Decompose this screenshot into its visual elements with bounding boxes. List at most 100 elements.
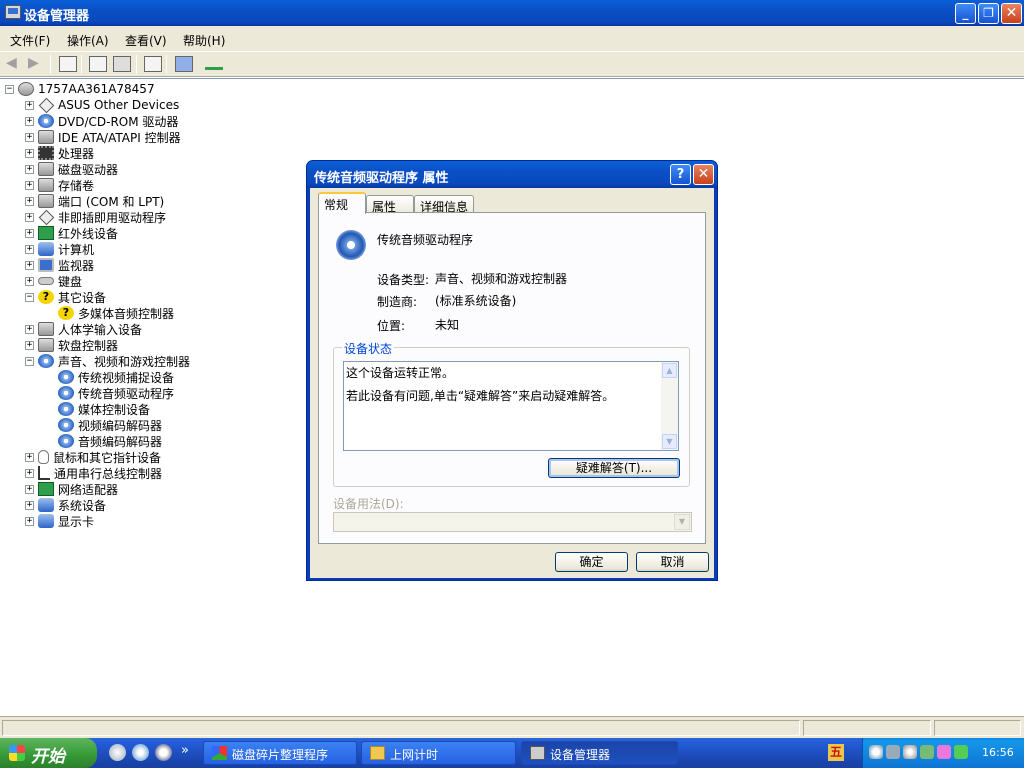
properties-icon[interactable] (89, 56, 107, 72)
tree-root[interactable]: − 1757AA361A78457 (5, 81, 155, 97)
expand-icon[interactable]: + (25, 148, 34, 158)
tree-child-item[interactable]: 传统视频捕捉设备 (44, 369, 174, 385)
expand-icon[interactable]: + (25, 484, 34, 494)
tree-category[interactable]: + 键盘 (25, 273, 82, 289)
tree-category[interactable]: + 磁盘驱动器 (25, 161, 118, 177)
tree-category[interactable]: + 计算机 (25, 241, 94, 257)
tray-display-icon[interactable] (886, 745, 900, 759)
expand-icon[interactable]: + (25, 132, 34, 142)
help-icon[interactable] (144, 56, 162, 72)
expand-icon[interactable]: + (25, 260, 34, 270)
collapse-icon[interactable]: − (5, 84, 14, 94)
tree-category[interactable]: + 鼠标和其它指针设备 (25, 449, 161, 465)
tree-category[interactable]: + IDE ATA/ATAPI 控制器 (25, 129, 181, 145)
tree-category[interactable]: + 显示卡 (25, 513, 94, 529)
expand-icon[interactable]: + (25, 452, 34, 462)
tree-category[interactable]: + 红外线设备 (25, 225, 118, 241)
tray-security-icon[interactable] (920, 745, 934, 759)
toolbar-separator (50, 55, 51, 74)
collapse-icon[interactable]: − (25, 292, 34, 302)
scroll-down-icon[interactable]: ▼ (662, 434, 677, 449)
tree-category[interactable]: + 软盘控制器 (25, 337, 118, 353)
tab-general[interactable]: 常规 (318, 192, 366, 214)
expand-icon[interactable]: + (25, 196, 34, 206)
tree-child-item[interactable]: 媒体控制设备 (44, 401, 150, 417)
tree-category[interactable]: −? 其它设备 (25, 289, 106, 305)
scan-hardware-icon[interactable] (175, 56, 193, 72)
expand-icon[interactable]: + (25, 340, 34, 350)
tree-category[interactable]: + 人体学输入设备 (25, 321, 142, 337)
menu-view[interactable]: 查看(V) (125, 32, 167, 49)
expand-icon[interactable]: + (25, 164, 34, 174)
start-button[interactable]: 开始 (0, 738, 97, 768)
tree-category[interactable]: + 系统设备 (25, 497, 106, 513)
close-button[interactable]: ✕ (1001, 3, 1022, 24)
menu-help[interactable]: 帮助(H) (183, 32, 225, 49)
ok-button[interactable]: 确定 (555, 552, 628, 572)
tray-network-icon[interactable] (869, 745, 883, 759)
device-status-textbox[interactable]: 这个设备运转正常。 若此设备有问题,单击“疑难解答”来启动疑难解答。 ▲ ▼ (343, 361, 679, 451)
expand-icon[interactable]: + (25, 468, 34, 478)
expand-icon[interactable]: + (25, 244, 34, 254)
taskbar-item-defrag[interactable]: 磁盘碎片整理程序 (203, 741, 357, 765)
expand-icon[interactable]: + (25, 116, 34, 126)
forward-arrow-icon[interactable]: ▶ (28, 56, 46, 72)
expand-icon[interactable]: + (25, 100, 34, 110)
ime-icon[interactable]: 五 (828, 744, 844, 761)
window-titlebar[interactable]: 设备管理器 _ ❐ ✕ (0, 0, 1024, 26)
quicklaunch-more-icon[interactable]: » (181, 743, 189, 758)
tree-child-item[interactable]: 传统音频驱动程序 (44, 385, 174, 401)
taskbar-item-timer[interactable]: 上网计时 (361, 741, 516, 765)
menu-file[interactable]: 文件(F) (10, 32, 50, 49)
tray-app-icon[interactable] (937, 745, 951, 759)
tree-item-label: 声音、视频和游戏控制器 (58, 354, 191, 369)
tree-item-label: 传统音频驱动程序 (78, 386, 175, 401)
tree-category[interactable]: + DVD/CD-ROM 驱动器 (25, 113, 178, 129)
expand-icon[interactable]: + (25, 212, 34, 222)
device-usage-select[interactable]: ▼ (333, 512, 692, 532)
tree-category[interactable]: − 声音、视频和游戏控制器 (25, 353, 190, 369)
troubleshoot-button[interactable]: 疑难解答(T)... (548, 458, 680, 478)
expand-icon[interactable]: + (25, 180, 34, 190)
dialog-close-button[interactable]: ✕ (693, 164, 714, 185)
taskbar-item-device-manager[interactable]: 设备管理器 (521, 741, 678, 765)
tree-root-label: 1757AA361A78457 (38, 82, 155, 96)
dialog-help-button[interactable]: ? (670, 164, 691, 185)
media-player-icon[interactable] (155, 744, 172, 761)
internet-explorer-icon[interactable] (132, 744, 149, 761)
tree-category[interactable]: + 存储卷 (25, 177, 94, 193)
tree-category[interactable]: + 通用串行总线控制器 (25, 465, 162, 481)
status-scrollbar[interactable]: ▲ ▼ (661, 362, 678, 450)
update-driver-icon[interactable] (205, 60, 223, 70)
menu-action[interactable]: 操作(A) (67, 32, 109, 49)
scroll-up-icon[interactable]: ▲ (662, 363, 677, 378)
show-desktop-icon[interactable] (109, 744, 126, 761)
tree-item-label: 鼠标和其它指针设备 (53, 450, 162, 465)
minimize-button[interactable]: _ (955, 3, 976, 24)
expand-icon[interactable]: + (25, 276, 34, 286)
tree-category[interactable]: + 非即插即用驱动程序 (25, 209, 166, 225)
tree-category[interactable]: + 网络适配器 (25, 481, 118, 497)
expand-icon[interactable]: + (25, 228, 34, 238)
dialog-titlebar[interactable]: 传统音频驱动程序 属性 ? ✕ (307, 161, 717, 188)
restore-button[interactable]: ❐ (978, 3, 999, 24)
print-icon[interactable] (113, 56, 131, 72)
tray-sound-icon[interactable] (903, 745, 917, 759)
expand-icon[interactable]: + (25, 324, 34, 334)
expand-icon[interactable]: + (25, 516, 34, 526)
tree-category[interactable]: + 监视器 (25, 257, 94, 273)
tray-shield-icon[interactable] (954, 745, 968, 759)
tree-child-item[interactable]: 音频编码解码器 (44, 433, 162, 449)
expand-icon[interactable]: + (25, 500, 34, 510)
tree-category[interactable]: + ASUS Other Devices (25, 97, 179, 113)
cancel-button[interactable]: 取消 (636, 552, 709, 572)
collapse-icon[interactable]: − (25, 356, 34, 366)
tree-category[interactable]: + 处理器 (25, 145, 94, 161)
generic-device-icon (38, 209, 55, 225)
tree-child-item[interactable]: 视频编码解码器 (44, 417, 162, 433)
back-arrow-icon[interactable]: ◀ (6, 56, 24, 72)
tree-category[interactable]: + 端口 (COM 和 LPT) (25, 193, 164, 209)
show-hide-tree-icon[interactable] (59, 56, 77, 72)
tree-child-item[interactable]: ? 多媒体音频控制器 (44, 305, 174, 321)
chevron-down-icon[interactable]: ▼ (674, 514, 690, 530)
